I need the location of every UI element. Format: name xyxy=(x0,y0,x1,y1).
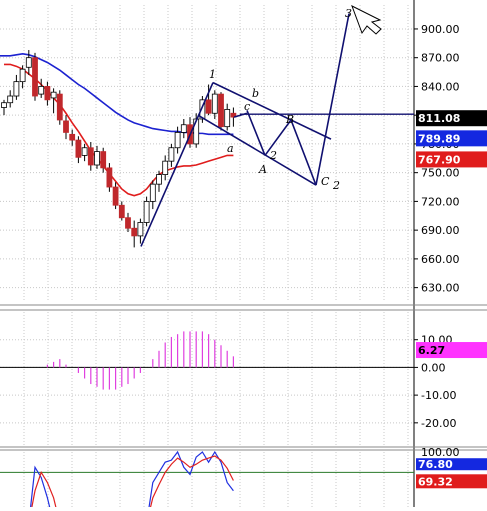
price-y-tick-label: 660.00 xyxy=(421,253,460,266)
candle-body xyxy=(44,86,51,101)
candle-body xyxy=(87,147,94,166)
value-tag-label-ma_slow: 789.89 xyxy=(418,132,460,145)
macd-y-tick-label: -10.00 xyxy=(421,389,456,402)
cursor-arrow-icon xyxy=(351,4,382,35)
wave-label-b: b xyxy=(252,87,259,100)
wave-3-line xyxy=(315,13,350,186)
wave-label-C: C xyxy=(321,175,330,188)
candle-body xyxy=(56,93,63,121)
price-y-tick-label: 690.00 xyxy=(421,224,460,237)
price-y-tick-label: 900.00 xyxy=(421,23,460,36)
chart-canvas: 630.00660.00690.00720.00750.00780.00810.… xyxy=(0,0,487,511)
candle-body xyxy=(125,217,131,229)
candle-body xyxy=(1,102,7,108)
candle-body xyxy=(131,227,138,237)
wave-label-A: A xyxy=(258,163,267,176)
wave-label-1: 1 xyxy=(209,68,216,81)
price-y-tick-label: 750.00 xyxy=(421,167,460,180)
candle-body xyxy=(106,167,113,188)
candle-body xyxy=(63,120,69,133)
stoch-d-line xyxy=(30,455,234,511)
price-y-tick-label: 870.00 xyxy=(421,52,460,65)
candle-body xyxy=(50,91,57,99)
macd-y-tick-label: -20.00 xyxy=(421,417,456,430)
channel-lower-line xyxy=(197,114,317,186)
candle-body xyxy=(218,93,224,128)
candle-body xyxy=(7,95,14,104)
candle-body xyxy=(143,201,150,223)
value-tag-label-ma_fast: 767.90 xyxy=(418,153,461,166)
candle-body xyxy=(149,183,156,202)
candle-body xyxy=(205,99,212,114)
candle-body xyxy=(180,124,187,133)
candle-body xyxy=(162,160,169,175)
candle-body xyxy=(94,151,100,166)
candle-body xyxy=(156,174,162,185)
candle-body xyxy=(38,86,45,95)
wave-label-2-second: 2 xyxy=(332,179,340,192)
candle-body xyxy=(75,139,82,158)
candle-body xyxy=(13,81,20,97)
price-y-tick-label: 630.00 xyxy=(421,282,460,295)
grid-lines xyxy=(0,5,414,507)
candle-body xyxy=(69,133,76,141)
stoch-d-value-tag-label: 69.32 xyxy=(418,475,453,488)
candle-body xyxy=(81,147,88,156)
wave-1-line xyxy=(140,82,214,247)
candle-body xyxy=(211,93,218,114)
stoch-y-tick-label: 100.00 xyxy=(421,446,460,459)
candle-body xyxy=(32,57,38,97)
candle-body xyxy=(137,222,144,237)
macd-y-tick-label: 0.00 xyxy=(421,361,446,374)
wave-label-3: 3 xyxy=(345,7,352,20)
wave-label-2-first: 2 xyxy=(269,149,277,162)
candle-body xyxy=(25,57,32,68)
stoch-k-value-tag-label: 76.80 xyxy=(418,458,453,471)
candle-body xyxy=(100,151,107,169)
value-tag-label-price: 811.08 xyxy=(418,112,460,125)
macd-value-tag-label: 6.27 xyxy=(418,344,445,357)
candle-body xyxy=(224,109,231,128)
candle-body xyxy=(19,68,26,83)
candle-body xyxy=(118,204,125,219)
stock-chart: 630.00660.00690.00720.00750.00780.00810.… xyxy=(0,0,487,511)
wave-label-B: B xyxy=(285,113,294,126)
candle-body xyxy=(174,132,181,149)
price-y-tick-label: 720.00 xyxy=(421,195,460,208)
wave-label-c: c xyxy=(244,100,250,113)
candle-body xyxy=(168,147,175,162)
channel-upper-line xyxy=(212,81,332,140)
candles xyxy=(1,50,237,248)
candle-body xyxy=(112,186,119,206)
wave-label-a: a xyxy=(227,142,234,155)
price-y-tick-label: 840.00 xyxy=(421,80,460,93)
